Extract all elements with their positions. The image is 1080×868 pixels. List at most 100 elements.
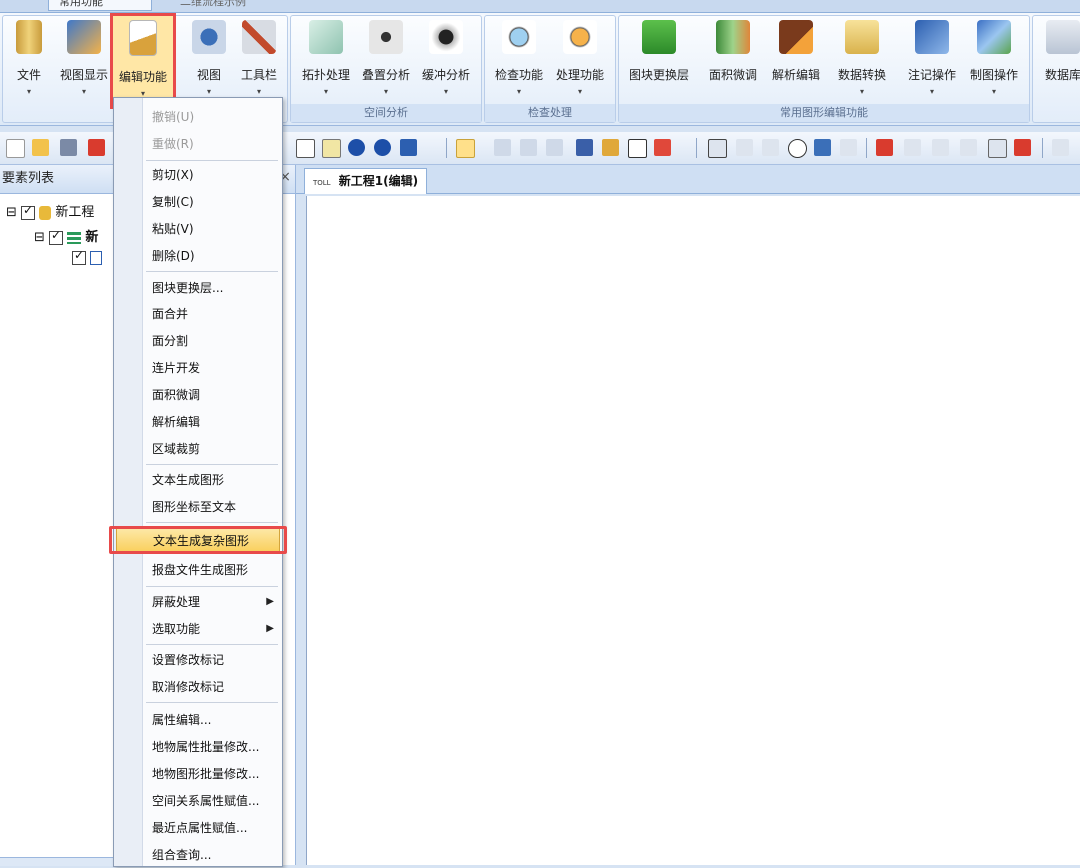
open-folder-icon[interactable] (32, 139, 49, 156)
menu-item-paste[interactable]: 粘贴(V) (142, 216, 280, 242)
data-convert-button[interactable]: 数据转换 ▾ (833, 20, 891, 96)
toolbar-button[interactable]: 工具栏 ▾ (237, 20, 281, 96)
process-function-button[interactable]: 处理功能 ▾ (549, 20, 611, 96)
menu-item-mask-processing[interactable]: 屏蔽处理 ▶ (142, 589, 280, 615)
edit-function-button[interactable]: 编辑功能 ▾ (110, 13, 176, 109)
toolbar-separator (866, 138, 867, 158)
info-alt-icon[interactable] (374, 139, 391, 156)
info-icon[interactable] (348, 139, 365, 156)
measure-icon[interactable] (708, 139, 727, 158)
triangle-down-icon[interactable] (904, 139, 921, 156)
database-button[interactable]: 数据库 (1037, 20, 1080, 83)
select-area-icon[interactable] (494, 139, 511, 156)
file-label: 文件 (16, 68, 41, 82)
cube-topology-icon (309, 20, 343, 54)
database-icon (1046, 20, 1080, 54)
flag-icon[interactable] (576, 139, 593, 156)
menu-item-text-to-complex-graphic[interactable]: 文本生成复杂图形 (116, 527, 280, 553)
menu-item-nearest-point-assign[interactable]: 最近点属性赋值... (142, 815, 280, 841)
overlay-analysis-button[interactable]: 叠置分析 ▾ (357, 20, 415, 96)
menu-item-set-modify-mark[interactable]: 设置修改标记 (142, 647, 280, 673)
menu-item-select-function[interactable]: 选取功能 ▶ (142, 616, 280, 642)
check-function-button[interactable]: 检查功能 ▾ (489, 20, 549, 96)
analytic-edit-button[interactable]: 解析编辑 (765, 20, 827, 83)
delete-feature-icon[interactable] (654, 139, 671, 156)
diamond-tool-icon[interactable] (814, 139, 831, 156)
menu-item-area-split[interactable]: 面分割 (142, 328, 280, 354)
view-button[interactable]: 视图 ▾ (189, 20, 229, 96)
area-adjust-button[interactable]: 面积微调 (703, 20, 763, 83)
collapse-icon[interactable]: ⊟ (34, 230, 45, 245)
tree-node-layer[interactable]: ⊟ 新 (34, 226, 98, 246)
document-tool-icon[interactable] (322, 139, 341, 158)
mapping-button[interactable]: 制图操作 ▾ (963, 20, 1025, 96)
menu-separator (146, 271, 278, 272)
menu-separator (146, 586, 278, 587)
annotation-button[interactable]: 注记操作 ▾ (903, 20, 961, 96)
pointer-select-icon[interactable] (456, 139, 475, 158)
menu-item-spatial-relation-assign[interactable]: 空间关系属性赋值... (142, 788, 280, 814)
menu-item-combined-query[interactable]: 组合查询... (142, 842, 280, 868)
menu-item-batch-attribute-modify[interactable]: 地物属性批量修改... (142, 734, 280, 760)
menu-item-text-to-graphic[interactable]: 文本生成图形 (142, 467, 280, 493)
view-display-button[interactable]: 视图显示 ▾ (55, 20, 113, 96)
edit-function-label: 编辑功能 (118, 70, 167, 84)
eye-icon[interactable] (788, 139, 807, 158)
menu-item-delete[interactable]: 删除(D) (142, 243, 280, 269)
erase-icon[interactable] (1014, 139, 1031, 156)
menu-item-analytic-edit[interactable]: 解析编辑 (142, 409, 280, 435)
map-canvas[interactable] (306, 196, 1080, 865)
save-icon[interactable] (60, 139, 77, 156)
menu-item-cut[interactable]: 剪切(X) (142, 162, 280, 188)
menu-item-area-merge[interactable]: 面合并 (142, 301, 280, 327)
tree-node-sublayer[interactable] (72, 248, 103, 265)
buffer-analysis-button[interactable]: 缓冲分析 ▾ (417, 20, 475, 96)
snap-point-icon[interactable] (762, 139, 779, 156)
menu-item-region-clip[interactable]: 区域裁剪 (142, 436, 280, 462)
checkbox[interactable] (21, 203, 36, 220)
menu-item-graphic-coords-to-text[interactable]: 图形坐标至文本 (142, 494, 280, 520)
topology-button[interactable]: 拓扑处理 ▾ (297, 20, 355, 96)
checkbox[interactable] (49, 228, 64, 245)
frame-select-icon[interactable] (628, 139, 647, 158)
tree-node-project[interactable]: ⊟ 新工程 (6, 201, 94, 221)
menu-item-batch-graphic-modify[interactable]: 地物图形批量修改... (142, 761, 280, 787)
pen-icon[interactable] (876, 139, 893, 156)
chevron-down-icon: ▾ (81, 87, 86, 96)
file-button[interactable]: 文件 ▾ (9, 20, 49, 96)
tab-new-project[interactable]: TOLL 新工程1(编辑) (304, 168, 428, 194)
new-file-icon[interactable] (6, 139, 25, 158)
overlay-icon (369, 20, 403, 54)
select-rect-icon[interactable] (520, 139, 537, 156)
process-function-label: 处理功能 (555, 68, 604, 82)
menu-item-area-adjust[interactable]: 面积微调 (142, 382, 280, 408)
select-polygon-icon[interactable] (546, 139, 563, 156)
block-change-layer-button[interactable]: 图块更换层 (623, 20, 695, 83)
grid-icon[interactable] (400, 139, 417, 156)
undo-icon[interactable] (1052, 139, 1069, 156)
curve-tool-icon[interactable] (840, 139, 857, 156)
collapse-icon[interactable]: ⊟ (6, 205, 17, 220)
edit-box-icon[interactable] (988, 139, 1007, 158)
chevron-down-icon: ▾ (859, 87, 864, 96)
ribbon-group-spatial: 拓扑处理 ▾ 叠置分析 ▾ 缓冲分析 ▾ 空间分析 (290, 15, 482, 123)
menu-item-report-file-to-graphic[interactable]: 报盘文件生成图形 (142, 557, 280, 583)
checkbox[interactable] (72, 248, 86, 265)
menu-item-attribute-edit[interactable]: 属性编辑... (142, 707, 280, 733)
diamond-outline-icon[interactable] (960, 139, 977, 156)
triangle-up-icon[interactable] (932, 139, 949, 156)
checkbox-tool-icon[interactable] (296, 139, 315, 158)
copy-feature-icon[interactable] (602, 139, 619, 156)
close-file-icon[interactable] (88, 139, 105, 156)
ribbon-tab-common[interactable]: 常用功能 (48, 0, 152, 11)
ribbon-tab-workflow[interactable]: 二维流程示例 (170, 0, 330, 10)
snap-line-icon[interactable] (736, 139, 753, 156)
area-adjust-icon (716, 20, 750, 54)
ribbon-group-graphic-edit: 图块更换层 面积微调 解析编辑 数据转换 ▾ 注记操作 ▾ 制图操作 ▾ 常用图… (618, 15, 1030, 123)
submenu-arrow-icon: ▶ (266, 596, 274, 607)
menu-item-contiguous-develop[interactable]: 连片开发 (142, 355, 280, 381)
submenu-arrow-icon: ▶ (266, 623, 274, 634)
menu-item-cancel-modify-mark[interactable]: 取消修改标记 (142, 674, 280, 700)
menu-item-copy[interactable]: 复制(C) (142, 189, 280, 215)
menu-item-block-change-layer[interactable]: 图块更换层... (142, 275, 280, 301)
